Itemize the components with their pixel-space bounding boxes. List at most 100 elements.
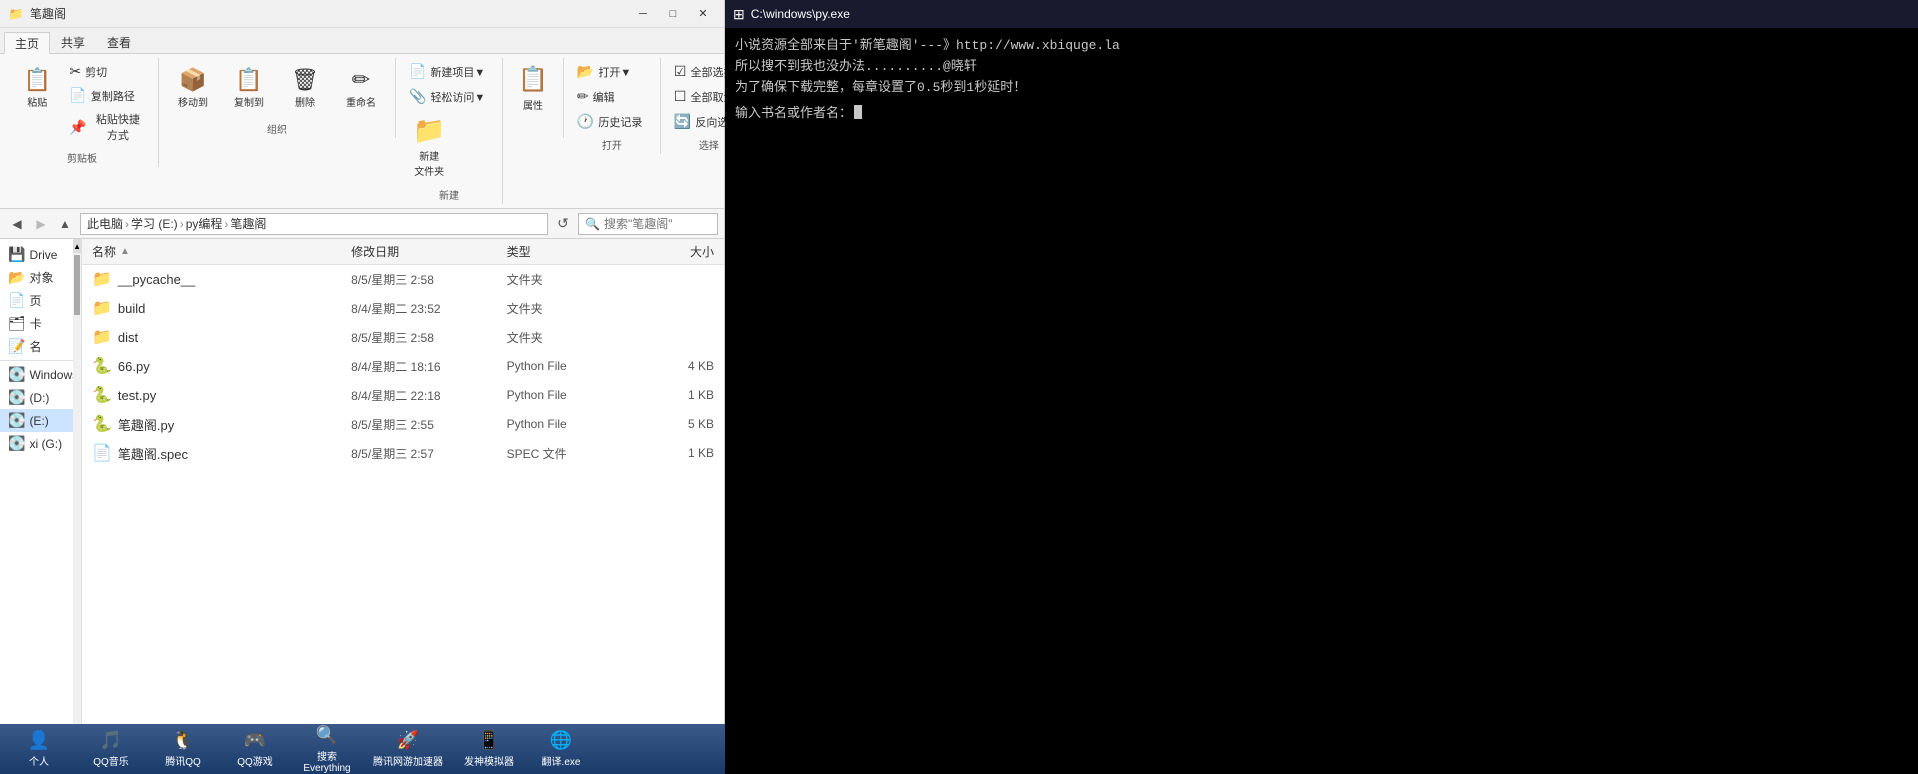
ribbon-group-clipboard: 📋 粘贴 ✂ 剪切 📄 复制路径 📌 xyxy=(6,58,159,167)
file-row-66py[interactable]: 🐍 66.py 8/4/星期二 18:16 Python File 4 KB xyxy=(82,352,724,381)
sidebar-container: 💾 Drive 📂 对象 📄 页 🗂 卡 📝 名 xyxy=(0,239,82,752)
forward-button[interactable]: ▶ xyxy=(30,213,52,235)
file-name-biqugespec: 📄 笔趣阁.spec xyxy=(92,443,351,463)
ribbon-organize-items: 📦 移动到 📋 复制到 🗑 删除 ✏ 重命名 xyxy=(167,60,387,117)
file-row-dist[interactable]: 📁 dist 8/5/星期三 2:58 文件夹 xyxy=(82,323,724,352)
tab-share[interactable]: 共享 xyxy=(50,31,96,53)
tencentqq-icon: 🐧 xyxy=(172,730,194,751)
file-size-biqugepy: 5 KB xyxy=(631,417,714,431)
rename-button[interactable]: ✏ 重命名 xyxy=(335,60,387,116)
col-header-type[interactable]: 类型 xyxy=(507,243,631,260)
folder-icon-pycache: 📁 xyxy=(92,269,112,289)
sidebar-item-c[interactable]: 💽 Windows (C:) xyxy=(0,363,73,386)
sidebar-item-card[interactable]: 🗂 卡 xyxy=(0,312,73,335)
cmd-content[interactable]: 小说资源全部来自于'新笔趣阁'---》http://www.xbiquge.la… xyxy=(725,28,1918,774)
organize-group-label: 组织 xyxy=(267,117,287,136)
sidebar: 💾 Drive 📂 对象 📄 页 🗂 卡 📝 名 xyxy=(0,239,73,752)
tab-view[interactable]: 查看 xyxy=(96,31,142,53)
new-item-icon: 📄 xyxy=(409,63,426,80)
new-item-button[interactable]: 📄 新建项目▼ xyxy=(404,60,494,83)
ribbon: 主页 共享 查看 📋 粘贴 ✂ 剪切 xyxy=(0,28,724,209)
cut-icon: ✂ xyxy=(69,63,81,80)
refresh-button[interactable]: ↺ xyxy=(552,213,574,235)
qqgames-icon: 🎮 xyxy=(244,730,266,751)
col-header-size[interactable]: 大小 xyxy=(631,243,714,260)
minimize-button[interactable]: ─ xyxy=(630,4,656,24)
sidebar-item-d[interactable]: 💽 (D:) xyxy=(0,386,73,409)
sidebar-item-g[interactable]: 💽 xi (G:) xyxy=(0,432,73,455)
search-icon: 🔍 xyxy=(585,217,600,231)
copy-path-button[interactable]: 📄 复制路径 xyxy=(64,84,150,107)
properties-label: 属性 xyxy=(523,97,543,112)
tab-home[interactable]: 主页 xyxy=(4,32,50,54)
sidebar-scrollbar[interactable]: ▲ ▼ xyxy=(73,239,81,752)
address-path[interactable]: 此电脑 › 学习 (E:) › py编程 › 笔趣阁 xyxy=(80,213,548,235)
delete-button[interactable]: 🗑 删除 xyxy=(279,60,331,116)
file-type-biqugepy: Python File xyxy=(507,417,631,431)
cut-button[interactable]: ✂ 剪切 xyxy=(64,60,150,83)
path-item-folder1: py编程 xyxy=(186,215,223,232)
window-title: 笔趣阁 xyxy=(30,5,630,22)
taskbar-item-gameacc[interactable]: 🚀 腾讯网游加速器 xyxy=(364,728,452,770)
sidebar-item-drive[interactable]: 💾 Drive xyxy=(0,243,73,266)
up-button[interactable]: ▲ xyxy=(54,213,76,235)
file-name-dist: 📁 dist xyxy=(92,327,351,347)
taskbar-label-personal: 个人 xyxy=(29,753,49,768)
taskbar-item-translate[interactable]: 🌐 翻译.exe xyxy=(526,728,596,770)
invert-select-icon: 🔄 xyxy=(674,113,691,130)
easy-access-button[interactable]: 📎 轻松访问▼ xyxy=(404,85,494,108)
file-row-biqugespec[interactable]: 📄 笔趣阁.spec 8/5/星期三 2:57 SPEC 文件 1 KB xyxy=(82,439,724,468)
history-button[interactable]: 🕐 历史记录 xyxy=(572,110,652,133)
taskbar-item-emulator[interactable]: 📱 发神模拟器 xyxy=(454,728,524,770)
file-type-build: 文件夹 xyxy=(507,300,631,317)
file-type-dist: 文件夹 xyxy=(507,329,631,346)
taskbar-item-everything[interactable]: 🔍 搜索 Everything xyxy=(292,728,362,770)
ribbon-content: 📋 粘贴 ✂ 剪切 📄 复制路径 📌 xyxy=(0,54,724,208)
address-bar: ◀ ▶ ▲ 此电脑 › 学习 (E:) › py编程 › 笔趣阁 ↺ 🔍 xyxy=(0,209,724,239)
path-item-folder2: 笔趣阁 xyxy=(230,215,266,232)
close-button[interactable]: ✕ xyxy=(690,4,716,24)
col-header-date[interactable]: 修改日期 xyxy=(351,243,507,260)
sidebar-item-e[interactable]: 💽 (E:) xyxy=(0,409,73,432)
scroll-up-button[interactable]: ▲ xyxy=(73,239,81,253)
taskbar-label-gameacc: 腾讯网游加速器 xyxy=(373,753,443,768)
taskbar-item-qqgames[interactable]: 🎮 QQ游戏 xyxy=(220,728,290,770)
scroll-thumb[interactable] xyxy=(74,255,80,315)
move-button[interactable]: 📦 移动到 xyxy=(167,60,219,116)
sidebar-item-page[interactable]: 📄 页 xyxy=(0,289,73,312)
file-row-testpy[interactable]: 🐍 test.py 8/4/星期二 22:18 Python File 1 KB xyxy=(82,381,724,410)
file-date-testpy: 8/4/星期二 22:18 xyxy=(351,387,507,404)
file-explorer: 📁 笔趣阁 ─ □ ✕ 主页 共享 查看 📋 粘贴 xyxy=(0,0,725,774)
new-folder-button[interactable]: 📁 新建 文件夹 xyxy=(404,110,454,183)
sidebar-item-objects[interactable]: 📂 对象 xyxy=(0,266,73,289)
back-button[interactable]: ◀ xyxy=(6,213,28,235)
open-button[interactable]: 📂 打开▼ xyxy=(572,60,652,83)
copy-label: 复制到 xyxy=(234,94,264,109)
file-list: 名称 ▲ 修改日期 类型 大小 📁 __pycache__ 8/5/星期三 2:… xyxy=(82,239,724,752)
file-name-build: 📁 build xyxy=(92,298,351,318)
edit-button[interactable]: ✏ 编辑 xyxy=(572,85,652,108)
taskbar-label-emulator: 发神模拟器 xyxy=(464,753,514,768)
taskbar-item-qqmusic[interactable]: 🎵 QQ音乐 xyxy=(76,728,146,770)
paste-shortcut-button[interactable]: 📌 粘贴快捷方式 xyxy=(64,108,150,146)
move-icon: 📦 xyxy=(179,69,206,91)
taskbar-item-personal[interactable]: 👤 个人 xyxy=(4,728,74,770)
properties-button[interactable]: 📋 属性 xyxy=(511,60,555,117)
search-input[interactable] xyxy=(604,217,711,231)
file-row-biqugepy[interactable]: 🐍 笔趣阁.py 8/5/星期三 2:55 Python File 5 KB xyxy=(82,410,724,439)
sort-arrow-icon: ▲ xyxy=(120,246,130,257)
copy-button[interactable]: 📋 复制到 xyxy=(223,60,275,116)
file-size-testpy: 1 KB xyxy=(631,388,714,402)
maximize-button[interactable]: □ xyxy=(660,4,686,24)
taskbar-item-tencentqq[interactable]: 🐧 腾讯QQ xyxy=(148,728,218,770)
file-type-testpy: Python File xyxy=(507,388,631,402)
paste-button[interactable]: 📋 粘贴 xyxy=(14,60,60,116)
file-row-pycache[interactable]: 📁 __pycache__ 8/5/星期三 2:58 文件夹 xyxy=(82,265,724,294)
col-header-name[interactable]: 名称 ▲ xyxy=(92,243,351,260)
open-icon: 📂 xyxy=(577,63,594,80)
file-name-pycache: 📁 __pycache__ xyxy=(92,269,351,289)
cmd-window: ⊞ C:\windows\py.exe 小说资源全部来自于'新笔趣阁'---》h… xyxy=(725,0,1918,774)
file-row-build[interactable]: 📁 build 8/4/星期二 23:52 文件夹 xyxy=(82,294,724,323)
paste-icon: 📋 xyxy=(24,69,51,91)
sidebar-item-name[interactable]: 📝 名 xyxy=(0,335,73,358)
